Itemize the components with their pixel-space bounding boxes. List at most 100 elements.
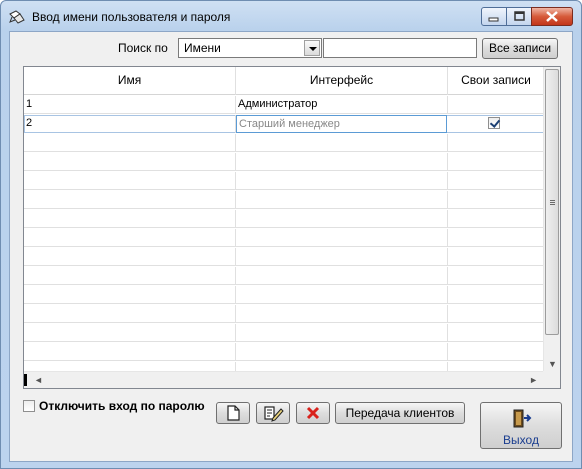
empty-cell[interactable] xyxy=(448,305,544,323)
table-row-empty[interactable] xyxy=(24,210,544,228)
table-row-empty[interactable] xyxy=(24,343,544,361)
exit-door-icon xyxy=(513,409,532,428)
exit-button[interactable]: Выход xyxy=(480,402,562,449)
delete-x-icon xyxy=(306,406,320,420)
table-row-empty[interactable] xyxy=(24,153,544,171)
search-input[interactable] xyxy=(323,38,477,58)
table-row[interactable]: 1 Администратор xyxy=(24,96,544,114)
empty-cell[interactable] xyxy=(236,134,448,152)
scroll-corner xyxy=(543,371,560,388)
table-row-empty[interactable] xyxy=(24,305,544,323)
empty-cell[interactable] xyxy=(24,229,236,247)
vertical-scrollbar[interactable]: ▼ xyxy=(543,67,560,371)
title-bar[interactable]: Ввод имени пользователя и пароля xyxy=(1,1,581,31)
empty-cell[interactable] xyxy=(24,324,236,342)
table-row-empty[interactable] xyxy=(24,191,544,209)
edit-record-button[interactable] xyxy=(256,402,290,424)
empty-cell[interactable] xyxy=(448,191,544,209)
scroll-down-icon[interactable]: ▼ xyxy=(548,359,557,369)
minimize-icon xyxy=(488,17,499,22)
empty-cell[interactable] xyxy=(24,134,236,152)
dialog-body: Поиск по Имени Все записи Имя Интерфейс … xyxy=(9,31,573,462)
empty-cell[interactable] xyxy=(448,229,544,247)
vertical-scroll-thumb[interactable] xyxy=(545,69,559,335)
scroll-right-icon[interactable]: ► xyxy=(529,375,538,385)
empty-cell[interactable] xyxy=(24,343,236,361)
pencil-pointer-icon xyxy=(9,10,25,24)
empty-cell[interactable] xyxy=(24,210,236,228)
empty-cell[interactable] xyxy=(24,191,236,209)
search-field-select[interactable]: Имени xyxy=(178,38,322,58)
column-header-own-records[interactable]: Свои записи xyxy=(448,67,544,95)
cell-name[interactable]: 1 xyxy=(24,96,236,114)
empty-cell[interactable] xyxy=(236,324,448,342)
new-document-icon xyxy=(227,405,240,421)
table-row-empty[interactable] xyxy=(24,134,544,152)
table-row-empty[interactable] xyxy=(24,324,544,342)
table-row-empty[interactable] xyxy=(24,267,544,285)
all-records-button[interactable]: Все записи xyxy=(482,38,558,59)
scroll-left-icon[interactable]: ◄ xyxy=(34,375,43,385)
column-header-interface[interactable]: Интерфейс xyxy=(236,67,448,95)
table-row-empty[interactable] xyxy=(24,229,544,247)
close-icon xyxy=(546,11,558,22)
empty-cell[interactable] xyxy=(448,286,544,304)
table-row-empty[interactable] xyxy=(24,172,544,190)
empty-cell[interactable] xyxy=(24,267,236,285)
delete-record-button[interactable] xyxy=(296,402,330,424)
table-row-empty[interactable] xyxy=(24,286,544,304)
empty-cell[interactable] xyxy=(24,305,236,323)
empty-cell[interactable] xyxy=(448,210,544,228)
empty-cell[interactable] xyxy=(236,343,448,361)
new-record-button[interactable] xyxy=(216,402,250,424)
row-marker-icon xyxy=(24,374,27,386)
empty-cell[interactable] xyxy=(448,248,544,266)
empty-cell[interactable] xyxy=(448,153,544,171)
empty-cell[interactable] xyxy=(448,134,544,152)
empty-cell[interactable] xyxy=(448,343,544,361)
empty-cell[interactable] xyxy=(24,153,236,171)
table-row-selected[interactable]: 2 Старший менеджер xyxy=(24,115,544,133)
horizontal-scrollbar[interactable]: ◄ ► xyxy=(24,371,544,388)
close-button[interactable] xyxy=(531,7,573,26)
users-table: Имя Интерфейс Свои записи 1 Администрато… xyxy=(23,66,561,389)
table-row-empty[interactable] xyxy=(24,248,544,266)
empty-cell[interactable] xyxy=(236,153,448,171)
disable-password-checkbox[interactable] xyxy=(23,400,35,412)
disable-password-label[interactable]: Отключить вход по паролю xyxy=(39,399,205,413)
maximize-icon xyxy=(514,11,525,21)
empty-cell[interactable] xyxy=(236,229,448,247)
empty-cell[interactable] xyxy=(448,267,544,285)
table-header: Имя Интерфейс Свои записи xyxy=(24,67,544,95)
maximize-button[interactable] xyxy=(506,7,532,26)
empty-cell[interactable] xyxy=(236,191,448,209)
empty-cell[interactable] xyxy=(236,267,448,285)
own-records-checkbox[interactable] xyxy=(488,117,500,129)
empty-cell[interactable] xyxy=(448,172,544,190)
empty-cell[interactable] xyxy=(236,210,448,228)
empty-cell[interactable] xyxy=(24,172,236,190)
grip-icon xyxy=(550,200,555,201)
empty-cell[interactable] xyxy=(236,286,448,304)
empty-cell[interactable] xyxy=(236,305,448,323)
cell-interface[interactable]: Администратор xyxy=(236,96,448,114)
cell-own-records[interactable] xyxy=(448,96,544,114)
search-field-value: Имени xyxy=(184,41,221,55)
window-title: Ввод имени пользователя и пароля xyxy=(32,10,231,24)
cell-own-records[interactable] xyxy=(448,115,544,133)
column-header-name[interactable]: Имя xyxy=(24,67,236,95)
edit-icon xyxy=(264,406,284,422)
cell-name[interactable]: 2 xyxy=(24,115,236,133)
empty-cell[interactable] xyxy=(236,248,448,266)
minimize-button[interactable] xyxy=(481,7,507,26)
chevron-down-icon[interactable] xyxy=(304,40,320,56)
exit-label: Выход xyxy=(503,433,539,447)
empty-cell[interactable] xyxy=(24,248,236,266)
empty-cell[interactable] xyxy=(448,324,544,342)
window-controls xyxy=(481,7,573,27)
transfer-clients-button[interactable]: Передача клиентов xyxy=(335,402,465,424)
cell-interface-editor[interactable]: Старший менеджер xyxy=(236,115,447,133)
empty-cell[interactable] xyxy=(236,172,448,190)
empty-cell[interactable] xyxy=(24,286,236,304)
app-window: Ввод имени пользователя и пароля Поиск п… xyxy=(0,0,582,469)
